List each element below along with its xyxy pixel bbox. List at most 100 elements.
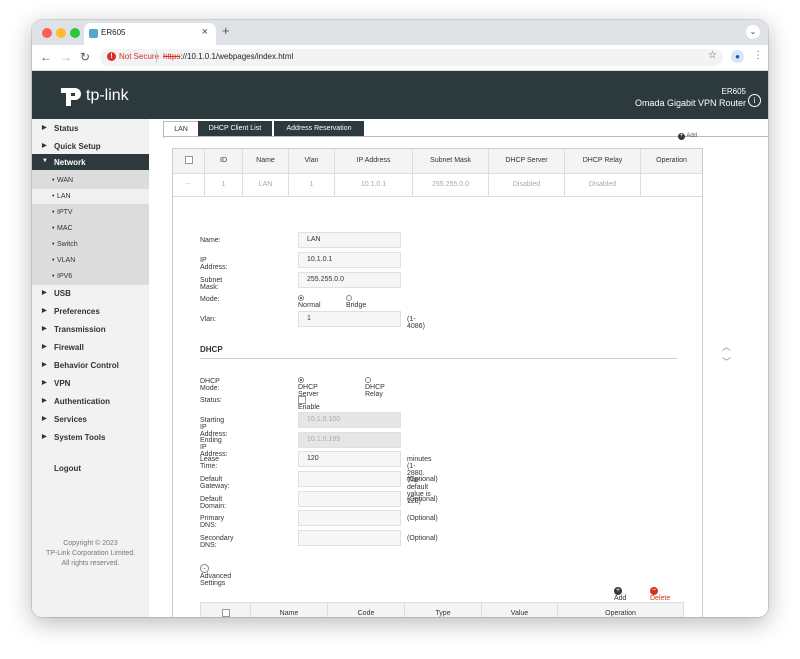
- sidebar-item-status[interactable]: ▶ Status: [32, 120, 149, 137]
- advanced-label: Advanced Settings: [200, 573, 232, 587]
- sidebar-item-system-tools[interactable]: ▶ System Tools: [32, 429, 149, 446]
- select-all-checkbox[interactable]: [221, 609, 230, 617]
- sidebar-item-label: System Tools: [54, 433, 106, 442]
- sidebar-item-transmission[interactable]: ▶ Transmission: [32, 321, 149, 338]
- reload-icon[interactable]: ↻: [80, 50, 90, 64]
- sidebar-sub-ipv6[interactable]: • IPV6: [32, 269, 149, 284]
- caret-right-icon: ▶: [42, 326, 47, 332]
- new-tab-button[interactable]: +: [222, 23, 230, 38]
- checkbox-icon: [298, 396, 306, 404]
- checkbox-label: Enable: [298, 404, 320, 411]
- start-ip-label: Starting IP Address:: [200, 417, 228, 438]
- sub-label: MAC: [57, 225, 73, 232]
- column-header: Vlan: [289, 149, 335, 173]
- sub-label: LAN: [57, 193, 71, 200]
- sidebar-sub-vlan[interactable]: • VLAN: [32, 253, 149, 268]
- select-all-cell[interactable]: [201, 603, 251, 617]
- browser-menu-icon[interactable]: ⋮: [753, 50, 763, 61]
- omnibox-divider: [156, 51, 157, 63]
- table-row[interactable]: -- 1 LAN 1 10.1.0.1 255.255.0.0 Disabled…: [173, 174, 702, 197]
- start-ip-input[interactable]: 10.1.0.100: [298, 412, 401, 428]
- profile-avatar-icon[interactable]: ●: [731, 50, 744, 63]
- secondary-dns-input[interactable]: [298, 530, 401, 546]
- sub-label: IPTV: [57, 209, 73, 216]
- column-header: Operation: [656, 157, 687, 164]
- name-label: Name:: [200, 237, 221, 244]
- scroll-up-icon[interactable]: ︿: [722, 340, 731, 353]
- bullet-icon: •: [52, 209, 55, 216]
- gateway-input[interactable]: [298, 471, 401, 487]
- sidebar-item-authentication[interactable]: ▶ Authentication: [32, 393, 149, 410]
- column-header: Subnet Mask: [413, 149, 489, 173]
- sidebar-item-network[interactable]: ▼ Network: [32, 154, 149, 171]
- back-icon[interactable]: ←: [40, 50, 52, 64]
- primary-dns-label: Primary DNS:: [200, 515, 225, 529]
- add-button-top[interactable]: + Add: [678, 133, 697, 140]
- router-header: tp-link ER605 Omada Gigabit VPN Router i: [32, 71, 768, 119]
- mode-bridge-radio[interactable]: Bridge: [346, 295, 366, 309]
- table-cell: Disabled: [565, 174, 641, 196]
- column-header: Operation: [605, 610, 636, 617]
- sidebar-sub-wan[interactable]: • WAN: [32, 173, 149, 188]
- bookmark-star-icon[interactable]: ☆: [708, 50, 717, 61]
- forward-icon[interactable]: →: [60, 50, 72, 64]
- table-cell: 1: [205, 174, 243, 196]
- sidebar-item-services[interactable]: ▶ Services: [32, 411, 149, 428]
- url-text[interactable]: https://10.1.0.1/webpages/index.html: [163, 52, 293, 61]
- delete-option-button[interactable]: −Delete: [650, 587, 670, 602]
- sidebar-sub-mac[interactable]: • MAC: [32, 221, 149, 236]
- sidebar-item-firewall[interactable]: ▶ Firewall: [32, 339, 149, 356]
- select-all-checkbox[interactable]: [184, 156, 193, 165]
- name-input[interactable]: LAN: [298, 232, 401, 248]
- end-ip-input[interactable]: 10.1.0.199: [298, 432, 401, 448]
- tab-close-icon[interactable]: ×: [202, 26, 208, 38]
- vlan-input[interactable]: 1: [298, 311, 401, 327]
- lease-time-input[interactable]: 120: [298, 451, 401, 467]
- not-secure-label[interactable]: Not Secure: [119, 52, 159, 61]
- domain-input[interactable]: [298, 491, 401, 507]
- tab-search-icon[interactable]: ⌄: [746, 25, 760, 39]
- info-icon[interactable]: i: [748, 94, 761, 107]
- select-all-cell[interactable]: [173, 149, 205, 173]
- sidebar-sub-switch[interactable]: • Switch: [32, 237, 149, 252]
- bullet-icon: •: [52, 257, 55, 264]
- advanced-settings-toggle[interactable]: ⌄Advanced Settings: [200, 564, 231, 587]
- close-window-button[interactable]: [42, 28, 52, 38]
- table-cell: 10.1.0.1: [335, 174, 413, 196]
- domain-label: Default Domain:: [200, 496, 227, 510]
- vlan-label: Vlan:: [200, 316, 216, 323]
- logout-link[interactable]: Logout: [54, 464, 81, 473]
- sidebar: ▶ Status ▶ Quick Setup ▼ Network • WAN • LAN …: [32, 119, 149, 617]
- sidebar-sub-iptv[interactable]: • IPTV: [32, 205, 149, 220]
- browser-tab[interactable]: ER605 ×: [84, 23, 216, 45]
- warning-icon: !: [107, 52, 116, 61]
- add-option-button[interactable]: +Add: [614, 587, 626, 602]
- maximize-window-button[interactable]: [70, 28, 80, 38]
- add-label: Add: [614, 595, 627, 602]
- ip-address-input[interactable]: 10.1.0.1: [298, 252, 401, 268]
- sidebar-item-preferences[interactable]: ▶ Preferences: [32, 303, 149, 320]
- sidebar-sub-lan[interactable]: • LAN: [32, 189, 149, 204]
- sidebar-item-behavior-control[interactable]: ▶ Behavior Control: [32, 357, 149, 374]
- mode-normal-radio[interactable]: Normal: [298, 295, 321, 309]
- dhcp-relay-radio[interactable]: DHCP Relay: [365, 377, 385, 398]
- status-enable-checkbox[interactable]: Enable: [298, 396, 320, 411]
- optional-hint: (Optional): [407, 496, 438, 503]
- sidebar-item-label: Behavior Control: [54, 361, 119, 370]
- sidebar-item-label: VPN: [54, 379, 71, 388]
- sidebar-item-label: Quick Setup: [54, 142, 101, 151]
- favicon-icon: [89, 29, 98, 38]
- primary-dns-input[interactable]: [298, 510, 401, 526]
- dhcp-server-radio[interactable]: DHCP Server: [298, 377, 319, 398]
- sidebar-item-vpn[interactable]: ▶ VPN: [32, 375, 149, 392]
- sidebar-item-quick-setup[interactable]: ▶ Quick Setup: [32, 138, 149, 155]
- address-bar[interactable]: ! Not Secure https://10.1.0.1/webpages/i…: [100, 49, 723, 66]
- scroll-down-icon[interactable]: ﹀: [722, 355, 731, 368]
- sub-label: VLAN: [57, 257, 76, 264]
- subnet-mask-input[interactable]: 255.255.0.0: [298, 272, 401, 288]
- tp-link-logo-icon: [61, 88, 81, 106]
- sidebar-item-usb[interactable]: ▶ USB: [32, 285, 149, 302]
- minimize-window-button[interactable]: [56, 28, 66, 38]
- tab-address-reservation[interactable]: Address Reservation: [274, 121, 364, 137]
- tab-dhcp-client-list[interactable]: DHCP Client List: [198, 121, 272, 137]
